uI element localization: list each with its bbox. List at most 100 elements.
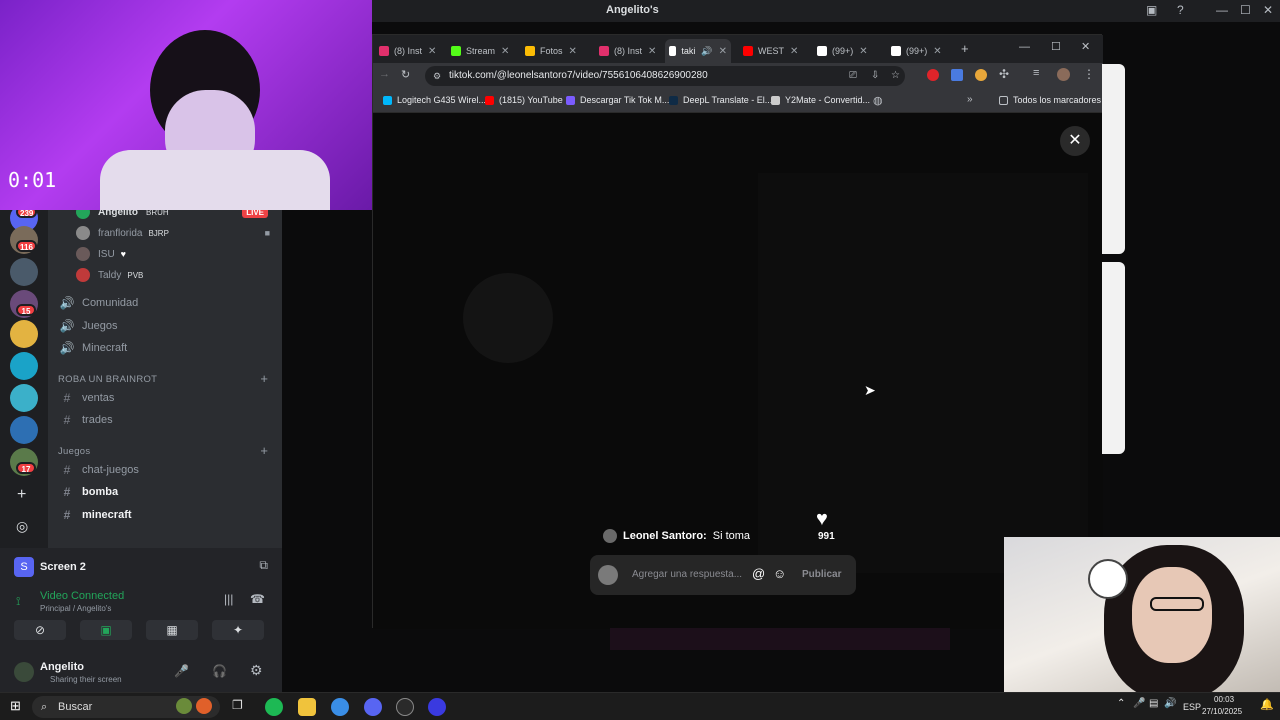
forward-icon[interactable]: →: [379, 68, 390, 80]
server-icon[interactable]: [10, 320, 38, 348]
profile-avatar[interactable]: [1057, 68, 1070, 81]
heart-icon[interactable]: ♥: [816, 508, 828, 531]
category-header[interactable]: Juegos: [58, 446, 90, 457]
mention-icon[interactable]: @: [752, 566, 765, 581]
activities-button[interactable]: ▦: [146, 620, 198, 640]
soundboard-button[interactable]: ✦: [212, 620, 264, 640]
voice-user[interactable]: franflorida BJRP: [76, 224, 169, 242]
screenshare-button[interactable]: ▣: [80, 620, 132, 640]
text-channel-bomba[interactable]: # bomba: [58, 482, 118, 502]
extensions-puzzle-icon[interactable]: ✣: [999, 67, 1009, 81]
add-channel-icon[interactable]: +: [260, 371, 268, 386]
tab-instagram-2[interactable]: (8) Inst ✕: [595, 39, 660, 63]
text-channel-chat-juegos[interactable]: # chat-juegos: [58, 460, 139, 480]
tab-tiktok-3[interactable]: (99+) ✕: [887, 39, 946, 63]
help-icon[interactable]: ?: [1177, 3, 1184, 17]
menu-icon[interactable]: ⋮: [1083, 67, 1095, 81]
close-tab-icon[interactable]: ✕: [719, 46, 727, 57]
disconnect-icon[interactable]: ☎: [250, 592, 265, 606]
globe-icon[interactable]: ◍: [873, 94, 883, 107]
text-channel-trades[interactable]: # trades: [58, 410, 113, 430]
category-header[interactable]: ROBA UN BRAINROT: [58, 374, 157, 385]
extension-icon[interactable]: [927, 69, 939, 81]
text-channel-ventas[interactable]: # ventas: [58, 388, 115, 408]
close-tab-icon[interactable]: ✕: [859, 46, 867, 57]
add-server-icon[interactable]: +: [17, 486, 26, 504]
new-tab-button[interactable]: +: [961, 41, 969, 56]
popout-icon[interactable]: ⧉: [259, 558, 268, 573]
tab-tiktok-active[interactable]: taki 🔊 ✕: [665, 39, 731, 63]
discord-icon[interactable]: [364, 698, 382, 716]
voice-user[interactable]: Taldy PVB: [76, 266, 143, 284]
close-tab-icon[interactable]: ✕: [501, 46, 509, 57]
bookmark[interactable]: Descargar Tik Tok M...: [566, 95, 669, 105]
language-indicator[interactable]: ESP: [1183, 702, 1201, 712]
voice-user[interactable]: ISU ♥: [76, 245, 126, 263]
voice-location[interactable]: Principal / Angelito's: [40, 604, 111, 613]
address-bar[interactable]: ⚙ tiktok.com/@leonelsantoro7/video/75561…: [425, 66, 905, 86]
microphone-icon[interactable]: 🎤: [1133, 698, 1145, 709]
inbox-icon[interactable]: ▣: [1146, 3, 1157, 17]
voice-channel-comunidad[interactable]: 🔊 Comunidad: [58, 293, 139, 313]
close-tab-icon[interactable]: ✕: [428, 46, 436, 57]
gear-icon[interactable]: ⚙: [250, 662, 263, 679]
close-tab-icon[interactable]: ✕: [648, 46, 656, 57]
soundboard-icon[interactable]: |||: [224, 592, 233, 606]
install-icon[interactable]: ⇩: [871, 66, 879, 86]
publish-button[interactable]: Publicar: [802, 569, 841, 580]
server-icon[interactable]: [10, 416, 38, 444]
microphone-icon[interactable]: 🎤: [174, 664, 189, 678]
discover-icon[interactable]: ◎: [16, 518, 28, 535]
tab-fotos[interactable]: Fotos ✕: [521, 39, 581, 63]
translate-extension-icon[interactable]: [951, 69, 963, 81]
close-tab-icon[interactable]: ✕: [933, 46, 941, 57]
close-tab-icon[interactable]: ✕: [790, 46, 798, 57]
extension-icon[interactable]: [975, 69, 987, 81]
site-info-icon[interactable]: ⚙: [433, 66, 441, 86]
server-icon[interactable]: [10, 258, 38, 286]
network-icon[interactable]: ▤: [1149, 698, 1158, 709]
cast-icon[interactable]: ⎚: [849, 66, 857, 86]
task-view-icon[interactable]: ❐: [232, 698, 243, 712]
volume-icon[interactable]: 🔊: [1164, 698, 1176, 709]
app-icon[interactable]: [396, 698, 414, 716]
more-bookmarks-icon[interactable]: »: [967, 94, 973, 105]
server-icon[interactable]: [10, 352, 38, 380]
file-explorer-icon[interactable]: [298, 698, 316, 716]
spotify-icon[interactable]: [265, 698, 283, 716]
avatar[interactable]: [14, 662, 34, 682]
chrome-icon[interactable]: [331, 698, 349, 716]
widget-icon[interactable]: [196, 698, 212, 714]
audio-icon[interactable]: 🔊: [701, 46, 712, 57]
notifications-icon[interactable]: 🔔: [1260, 698, 1274, 711]
browser-maximize-button[interactable]: ☐: [1051, 40, 1061, 53]
tab-youtube[interactable]: WEST ✕: [739, 39, 802, 63]
tray-expand-icon[interactable]: ⌃: [1117, 698, 1125, 709]
browser-close-button[interactable]: ✕: [1081, 40, 1090, 53]
headphones-icon[interactable]: 🎧: [212, 664, 227, 678]
tab-tiktok-2[interactable]: (99+) ✕: [813, 39, 872, 63]
add-channel-icon[interactable]: +: [260, 443, 268, 458]
clock-date[interactable]: 27/10/2025: [1202, 707, 1242, 716]
bookmark-star-icon[interactable]: ☆: [891, 66, 900, 86]
voice-channel-juegos[interactable]: 🔊 Juegos: [58, 316, 118, 336]
clock-time[interactable]: 00:03: [1214, 695, 1234, 704]
emoji-icon[interactable]: ☺: [773, 566, 786, 581]
tab-stream[interactable]: Stream ✕: [447, 39, 513, 63]
maximize-button[interactable]: ☐: [1240, 3, 1251, 17]
close-modal-button[interactable]: ✕: [1060, 126, 1090, 156]
close-tab-icon[interactable]: ✕: [569, 46, 577, 57]
reply-input[interactable]: Agregar una respuesta...: [632, 569, 742, 580]
bookmark[interactable]: (1815) YouTube: [485, 95, 563, 105]
reload-icon[interactable]: ↻: [401, 68, 410, 81]
app-icon[interactable]: [428, 698, 446, 716]
camera-off-button[interactable]: ⊘: [14, 620, 66, 640]
all-bookmarks[interactable]: Todos los marcadores: [999, 95, 1101, 105]
browser-minimize-button[interactable]: —: [1019, 41, 1030, 53]
close-button[interactable]: ✕: [1263, 3, 1273, 17]
windows-start-icon[interactable]: ⊞: [10, 698, 21, 714]
bookmark[interactable]: Logitech G435 Wirel...: [383, 95, 486, 105]
tab-instagram[interactable]: (8) Inst ✕: [375, 39, 440, 63]
voice-channel-minecraft[interactable]: 🔊 Minecraft: [58, 338, 128, 358]
widget-icon[interactable]: [176, 698, 192, 714]
